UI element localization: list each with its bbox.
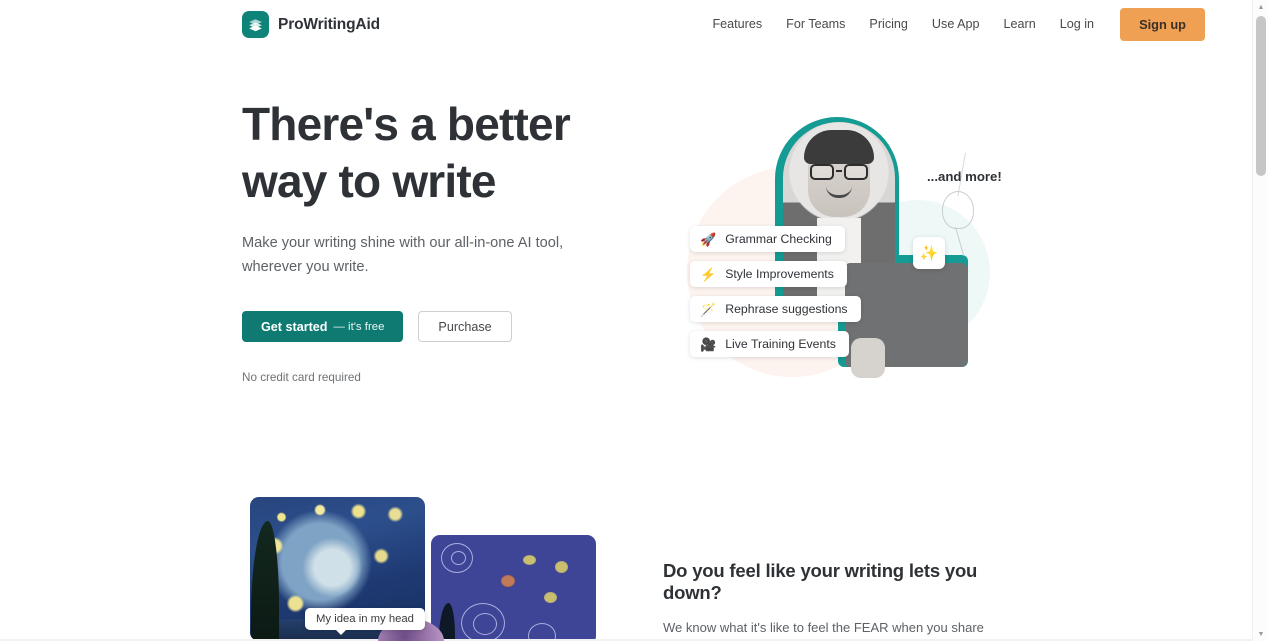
feature-label: Rephrase suggestions [725, 302, 848, 316]
scrollbar-thumb[interactable] [1256, 16, 1266, 176]
feature-card-list: 🚀 Grammar Checking ⚡ Style Improvements … [690, 226, 861, 357]
artwork-comparison: My idea in my head [250, 497, 630, 641]
cypress-tree [251, 521, 279, 641]
hero-title-line-2: way to write [242, 155, 496, 207]
get-started-button[interactable]: Get started — it's free [242, 311, 404, 342]
balloon-shape [942, 191, 974, 229]
glasses-icon [810, 164, 868, 180]
nav-item-for-teams[interactable]: For Teams [774, 11, 857, 37]
site-header: ProWritingAid Features For Teams Pricing… [0, 0, 1252, 48]
section-body-text: We know what it's like to feel the FEAR … [663, 620, 1031, 641]
nav-item-pricing[interactable]: Pricing [857, 11, 920, 37]
moon-dot [501, 575, 515, 587]
magic-wand-icon: 🪄 [700, 301, 717, 317]
nav-item-log-in[interactable]: Log in [1048, 11, 1106, 37]
hero-title-line-1: There's a better [242, 98, 571, 150]
feature-label: Grammar Checking [725, 232, 832, 246]
feature-card-style-improvements: ⚡ Style Improvements [690, 261, 847, 287]
feature-card-live-training-events: 🎥 Live Training Events [690, 331, 849, 357]
sparkles-icon: ✨ [913, 237, 945, 269]
hero-illustration: ✨ ...and more! 🚀 Grammar Checking ⚡ Styl… [655, 95, 1015, 395]
page-scrollbar[interactable]: ▲ ▼ [1252, 0, 1268, 641]
nav-item-features[interactable]: Features [700, 11, 774, 37]
page-root: ProWritingAid Features For Teams Pricing… [0, 0, 1268, 641]
hero-copy: There's a better way to write Make your … [242, 96, 642, 384]
swirl-shape [451, 551, 466, 565]
feature-card-grammar-checking: 🚀 Grammar Checking [690, 226, 845, 252]
scroll-up-arrow-icon[interactable]: ▲ [1253, 0, 1268, 14]
purchase-button[interactable]: Purchase [418, 311, 512, 342]
brand-logo-link[interactable]: ProWritingAid [242, 11, 380, 38]
swirl-shape [473, 613, 497, 635]
get-started-free-label: — it's free [333, 320, 385, 333]
hero-subtitle: Make your writing shine with our all-in-… [242, 235, 564, 275]
glasses-lens-left [810, 164, 834, 180]
lower-section-copy: Do you feel like your writing lets you d… [663, 560, 1033, 641]
feature-label: Style Improvements [725, 267, 834, 281]
idea-tooltip: My idea in my head [305, 608, 425, 635]
scroll-down-arrow-icon[interactable]: ▼ [1253, 627, 1268, 641]
hero-actions: Get started — it's free Purchase [242, 311, 642, 342]
rocket-icon: 🚀 [700, 231, 717, 247]
no-credit-card-note: No credit card required [242, 371, 361, 384]
star-dot [544, 592, 557, 603]
feature-label: Live Training Events [725, 337, 836, 351]
glasses-lens-right [844, 164, 868, 180]
sign-up-button[interactable]: Sign up [1120, 7, 1205, 41]
feature-card-rephrase-suggestions: 🪄 Rephrase suggestions [690, 296, 861, 322]
movie-camera-icon: 🎥 [700, 336, 717, 352]
nav-item-learn[interactable]: Learn [992, 11, 1048, 37]
star-dot [555, 561, 568, 573]
star-dot [523, 555, 536, 565]
get-started-label: Get started [261, 319, 328, 334]
person-hair [804, 130, 874, 164]
lightning-icon: ⚡ [700, 266, 717, 282]
primary-navigation: Features For Teams Pricing Use App Learn… [700, 0, 1205, 48]
section-heading: Do you feel like your writing lets you d… [663, 560, 978, 603]
simple-drawing-canvas [431, 535, 596, 641]
open-book-icon [242, 11, 269, 38]
page-title: There's a better way to write [242, 96, 642, 210]
nav-item-use-app[interactable]: Use App [920, 11, 992, 37]
and-more-annotation: ...and more! [927, 169, 1002, 184]
brand-name: ProWritingAid [278, 15, 380, 33]
